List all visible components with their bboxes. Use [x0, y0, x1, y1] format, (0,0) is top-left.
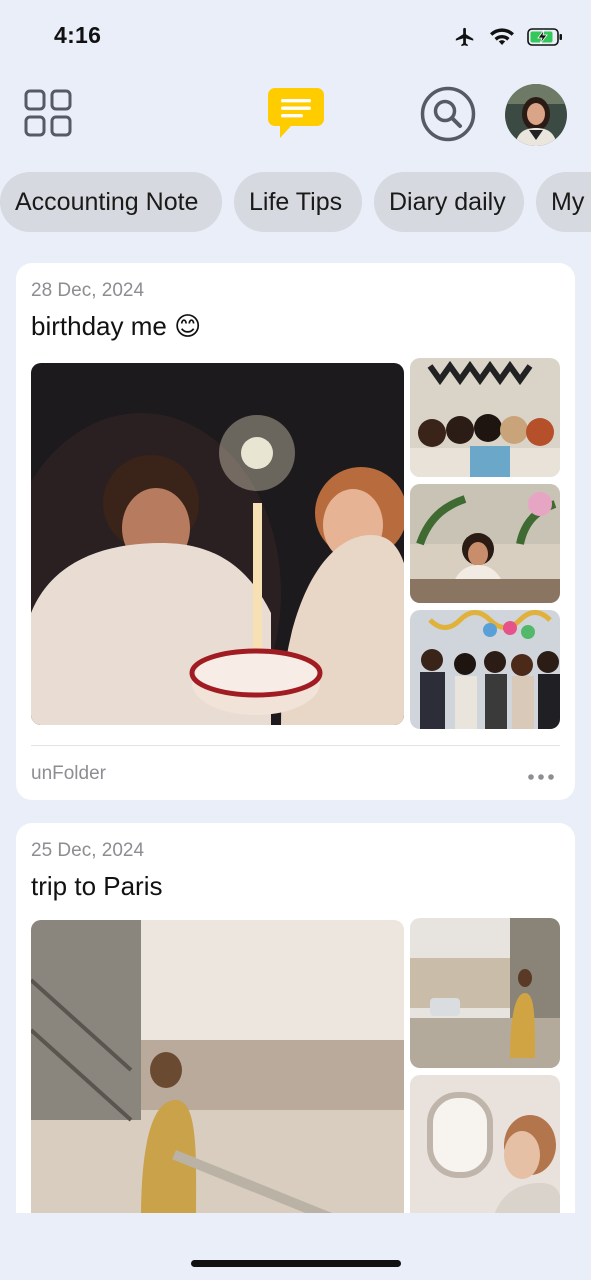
note-date: 25 Dec, 2024 — [31, 840, 145, 861]
note-photo-thumb-1[interactable] — [410, 358, 560, 477]
profile-avatar[interactable] — [505, 84, 567, 146]
battery-charging-icon — [527, 28, 562, 46]
chip-accounting-note[interactable]: Accounting Note — [0, 172, 222, 232]
note-photo-thumb-2[interactable] — [410, 484, 560, 603]
note-photo-main[interactable] — [31, 363, 404, 725]
note-date: 28 Dec, 2024 — [31, 280, 145, 301]
note-photo-main[interactable] — [31, 920, 404, 1240]
wifi-icon — [490, 28, 514, 45]
bottom-safe-area — [0, 1213, 591, 1280]
note-photo-thumb-1[interactable] — [410, 918, 560, 1068]
chat-notes-icon — [268, 88, 324, 138]
avatar-image — [505, 84, 567, 146]
status-time: 4:16 — [54, 22, 102, 48]
note-card[interactable]: 25 Dec, 2024 trip to Paris — [16, 823, 575, 1263]
chip-life-tips[interactable]: Life Tips — [234, 172, 362, 232]
search-button[interactable] — [420, 86, 476, 142]
note-photo-thumb-3[interactable] — [410, 610, 560, 729]
notes-button[interactable] — [267, 87, 325, 141]
grid-icon — [24, 89, 72, 137]
note-title: trip to Paris — [31, 871, 163, 901]
more-dots-icon — [528, 774, 554, 780]
airplane-icon — [455, 27, 474, 47]
card-divider — [31, 745, 560, 746]
chip-diary-daily[interactable]: Diary daily — [374, 172, 524, 232]
category-chip-bar: Accounting Note Life Tips Diary daily My — [0, 172, 591, 232]
more-options-button[interactable] — [527, 769, 555, 780]
note-card[interactable]: 28 Dec, 2024 birthday me 😊 unFolder — [16, 263, 575, 800]
search-icon — [420, 86, 476, 142]
status-icons — [453, 26, 563, 48]
note-folder: unFolder — [31, 763, 106, 784]
grid-view-button[interactable] — [24, 89, 72, 137]
home-indicator[interactable] — [191, 1260, 401, 1267]
note-title: birthday me 😊 — [31, 311, 202, 341]
chip-my[interactable]: My — [536, 172, 591, 232]
